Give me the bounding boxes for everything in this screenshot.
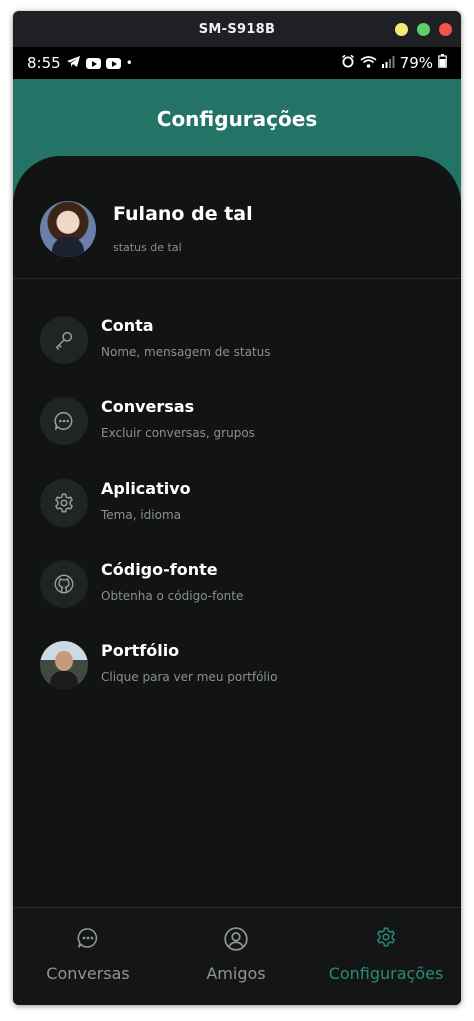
close-button[interactable]: [439, 23, 452, 36]
portfolio-avatar: [40, 641, 88, 689]
divider: [13, 278, 461, 279]
settings-item-subtitle: Tema, idioma: [101, 508, 182, 522]
bottom-navigation: Conversas Amigos Configurações: [13, 907, 461, 1005]
chat-bubble-icon: [13, 926, 163, 950]
battery-icon: [438, 54, 447, 72]
settings-item-title: Conta: [101, 316, 154, 335]
nav-label: Amigos: [206, 964, 266, 983]
settings-item-subtitle: Obtenha o código-fonte: [101, 589, 244, 603]
nav-conversas[interactable]: Conversas: [13, 908, 163, 1005]
settings-item-subtitle: Nome, mensagem de status: [101, 345, 271, 359]
profile-card[interactable]: Fulano de tal status de tal: [40, 201, 440, 261]
gear-icon: [40, 479, 88, 527]
settings-item-conversas[interactable]: Conversas Excluir conversas, grupos: [40, 397, 440, 449]
avatar: [40, 201, 96, 257]
settings-item-subtitle: Clique para ver meu portfólio: [101, 670, 278, 684]
alarm-icon: [341, 54, 355, 72]
profile-status: status de tal: [113, 241, 182, 254]
youtube-icon: [85, 57, 101, 69]
window-titlebar: SM-S918B: [13, 11, 461, 47]
settings-item-portfolio[interactable]: Portfólio Clique para ver meu portfólio: [40, 641, 440, 693]
profile-name: Fulano de tal: [113, 203, 253, 225]
maximize-button[interactable]: [417, 23, 430, 36]
nav-label: Conversas: [46, 964, 130, 983]
wifi-icon: [360, 54, 377, 72]
battery-percent: 79%: [399, 54, 433, 72]
key-icon: [40, 316, 88, 364]
content-sheet: [13, 156, 461, 916]
window-controls: [395, 23, 452, 36]
settings-item-codigo-fonte[interactable]: Código-fonte Obtenha o código-fonte: [40, 560, 440, 612]
notification-dot: •: [125, 56, 133, 70]
settings-item-title: Aplicativo: [101, 479, 191, 498]
settings-item-title: Conversas: [101, 397, 195, 416]
telegram-icon: [66, 54, 81, 72]
status-bar: 8:55 • 79%: [13, 47, 461, 79]
clock: 8:55: [27, 54, 61, 72]
minimize-button[interactable]: [395, 23, 408, 36]
chat-bubble-icon: [40, 397, 88, 445]
nav-amigos[interactable]: Amigos: [161, 908, 311, 1005]
nav-label: Configurações: [328, 964, 444, 983]
window-title: SM-S918B: [198, 21, 276, 37]
settings-item-conta[interactable]: Conta Nome, mensagem de status: [40, 316, 440, 368]
user-circle-icon: [161, 926, 311, 952]
settings-item-aplicativo[interactable]: Aplicativo Tema, idioma: [40, 479, 440, 531]
signal-icon: [381, 54, 395, 72]
gear-icon: [311, 926, 461, 948]
page-title: Configurações: [156, 107, 318, 131]
settings-item-subtitle: Excluir conversas, grupos: [101, 426, 255, 440]
device-window: SM-S918B 8:55 • 79% Configurações Fulano…: [13, 11, 461, 1005]
youtube-icon: [105, 57, 121, 69]
settings-item-title: Portfólio: [101, 641, 180, 660]
settings-item-title: Código-fonte: [101, 560, 218, 579]
github-icon: [40, 560, 88, 608]
nav-configuracoes[interactable]: Configurações: [311, 908, 461, 1005]
